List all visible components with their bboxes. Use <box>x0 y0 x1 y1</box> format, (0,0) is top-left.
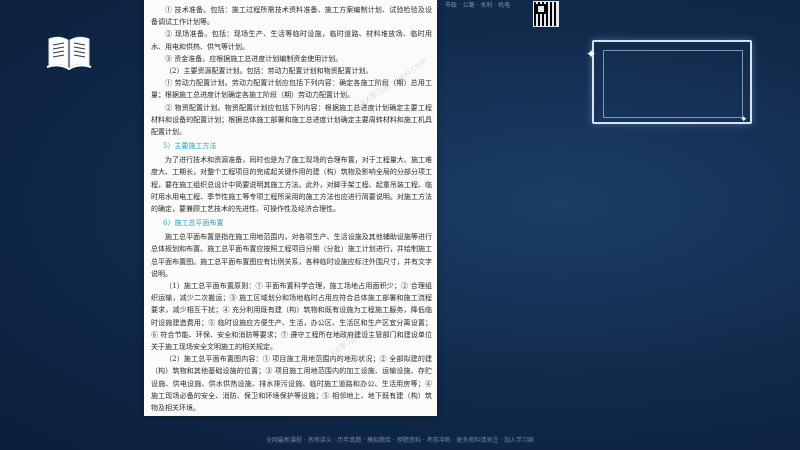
section-heading: 5）主要施工方法 <box>163 142 217 151</box>
paragraph: ③ 资金准备。应根据施工总进度计划编制资金使用计划。 <box>165 54 343 63</box>
paragraph: （2）施工总平面布置图内容：① 项目施工用地范围内的地形状况；② 全部拟建的建（… <box>151 355 432 413</box>
qr-code <box>533 1 559 27</box>
decorative-frame-inner <box>603 50 743 118</box>
paragraph: ① 技术准备。包括：施工过程所需技术资料准备、施工方案编制计划、试验检验及设备调… <box>151 6 432 27</box>
document-page: ① 技术准备。包括：施工过程所需技术资料准备、施工方案编制计划、试验检验及设备调… <box>144 0 437 416</box>
book-icon <box>46 36 92 71</box>
paragraph: 为了进行技术和资源准备，同时也是为了施工现场的合理布置，对于工程量大、施工难度大… <box>151 156 432 214</box>
document-body: ① 技术准备。包括：施工过程所需技术资料准备、施工方案编制计划、试验检验及设备调… <box>151 4 432 414</box>
section-heading: 6）施工总平面布置 <box>163 219 224 228</box>
paragraph: ② 现场准备。包括：现场生产、生活等临时设施，临时道路、材料堆放场、临时用水、用… <box>151 30 432 51</box>
paragraph: （2）主要资源配置计划。包括：劳动力配置计划和物资配置计划。 <box>165 67 373 76</box>
bottom-watermark-bar: 全网最新课程 · 名师讲义 · 历年真题 · 模拟题库 · 押题资料 · 考前冲… <box>265 437 535 444</box>
sparkle-icon: ✦ <box>740 115 748 125</box>
sparkle-icon: ✦ <box>586 47 597 61</box>
paragraph: 施工总平面布置是指在施工用地范围内，对各项生产、生活设施及其他辅助设施等进行总体… <box>151 233 432 278</box>
paragraph: ② 物资配置计划。物资配置计划应包括下列内容：根据施工总进度计划确定主要工程材料… <box>151 103 432 137</box>
